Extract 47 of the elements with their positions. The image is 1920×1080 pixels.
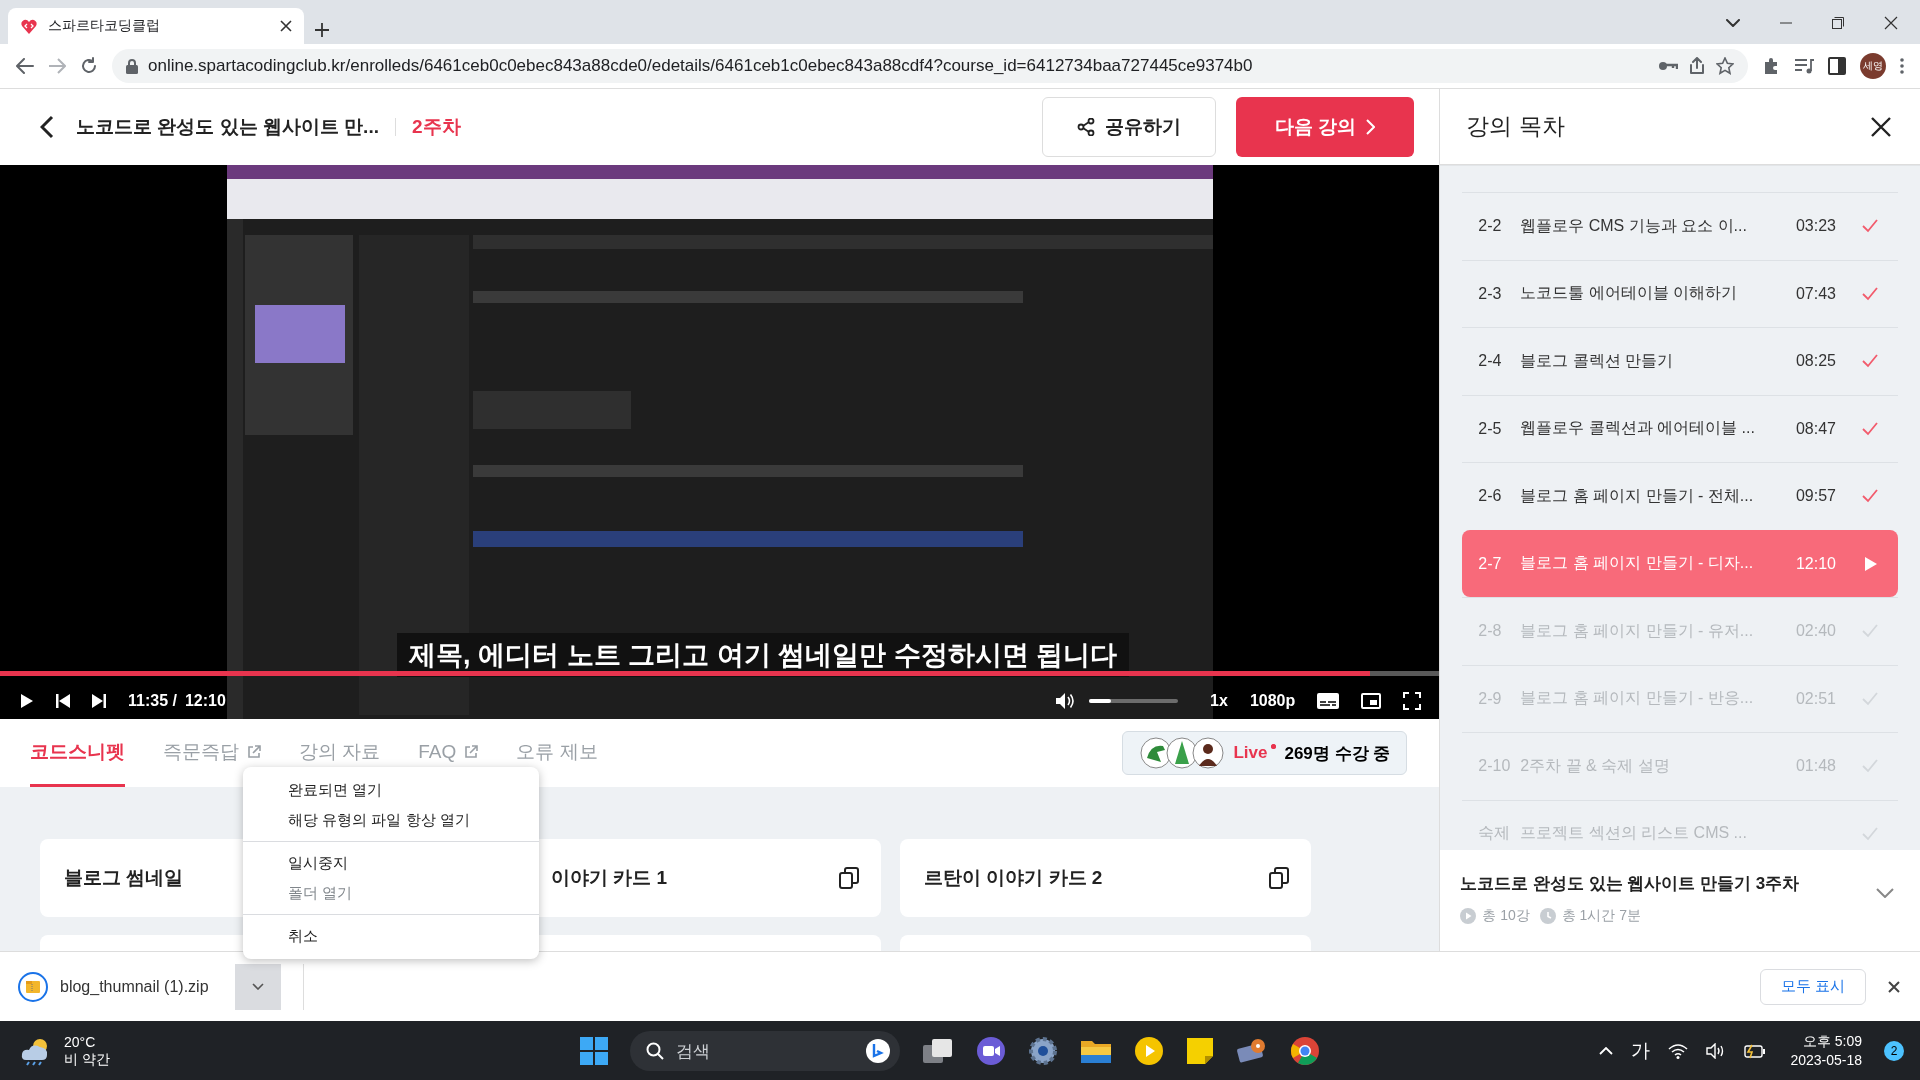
lesson-count: 총 10강 <box>1482 907 1530 925</box>
lesson-number: 2-9 <box>1478 689 1503 708</box>
lesson-title: 블로그 홈 페이지 만들기 - 전체... <box>1520 485 1755 506</box>
viewer-count: 269명 수강 중 <box>1284 742 1391 765</box>
lesson-number: 2-6 <box>1478 487 1503 506</box>
lesson-duration: 12:10 <box>1795 554 1836 573</box>
card-title: 이야기 카드 1 <box>551 866 669 890</box>
lesson-number: 숙제 <box>1478 823 1511 844</box>
lesson-duration: 08:25 <box>1795 352 1836 371</box>
lesson-duration: 07:43 <box>1795 284 1836 303</box>
lesson-title: 블로그 홈 페이지 만들기 - 유저... <box>1520 620 1755 641</box>
panel-title: 강의 목차 <box>1466 112 1565 141</box>
url-text: online.spartacodingclub.kr/enrolleds/6461ceb0c0ebec843a88cde0/edetails/6461ceb1c0ebec843a88cdf4?course_id=6412734baa727445ce9374b0 <box>148 56 1254 76</box>
lesson-duration: 01:48 <box>1795 757 1836 776</box>
lesson-number: 2-4 <box>1478 352 1503 371</box>
week-label: 2주차 <box>394 118 461 136</box>
search-placeholder: 검색 <box>676 1040 711 1063</box>
lesson-title: 블로그 콜렉션 만들기 <box>1520 350 1675 371</box>
live-label: Live <box>1233 743 1268 763</box>
lesson-number: 2-5 <box>1478 419 1503 438</box>
lesson-duration: 03:23 <box>1795 217 1836 236</box>
lesson-title: 블로그 홈 페이지 만들기 - 디자... <box>1520 553 1755 574</box>
lesson-duration: 08:47 <box>1795 419 1836 438</box>
course-title: 노코드로 완성도 있는 웹사이트 만... <box>76 115 379 139</box>
lesson-title: 블로그 홈 페이지 만들기 - 반응... <box>1520 688 1755 709</box>
lesson-number: 2-3 <box>1478 284 1503 303</box>
card-title: 블로그 썸네일 <box>64 866 185 890</box>
lesson-title: 2주차 끝 & 숙제 설명 <box>1520 755 1671 776</box>
week-title: 노코드로 완성도 있는 웹사이트 만들기 3주차 <box>1460 873 1801 895</box>
lesson-duration: 02:51 <box>1795 689 1836 708</box>
total-duration: 총 1시간 7분 <box>1561 907 1642 925</box>
lesson-title: 프로젝트 섹션의 리스트 CMS ... <box>1520 823 1748 844</box>
current-time: 11:35 / <box>128 692 177 710</box>
lesson-duration: 09:57 <box>1795 487 1836 506</box>
lesson-title: 노코드툴 에어테이블 이해하기 <box>1520 283 1739 304</box>
lesson-title: 웹플로우 콜렉션과 에어테이블 ... <box>1520 418 1756 439</box>
duration: 12:10 <box>184 692 226 710</box>
temperature: 20°C <box>64 1034 97 1051</box>
lesson-number: 2-7 <box>1478 554 1503 573</box>
lesson-number: 2-10 <box>1478 757 1511 776</box>
lesson-number: 2-2 <box>1478 217 1503 236</box>
card-title: 르탄이 이야기 카드 2 <box>924 866 1104 890</box>
weather-text: 비 약간 <box>64 1051 110 1068</box>
lesson-duration: 02:40 <box>1795 622 1836 641</box>
lesson-title: 웹플로우 CMS 기능과 요소 이... <box>1520 215 1748 236</box>
tab-title: 스파르타코딩클럽 <box>48 17 161 35</box>
lesson-number: 2-8 <box>1478 622 1503 641</box>
